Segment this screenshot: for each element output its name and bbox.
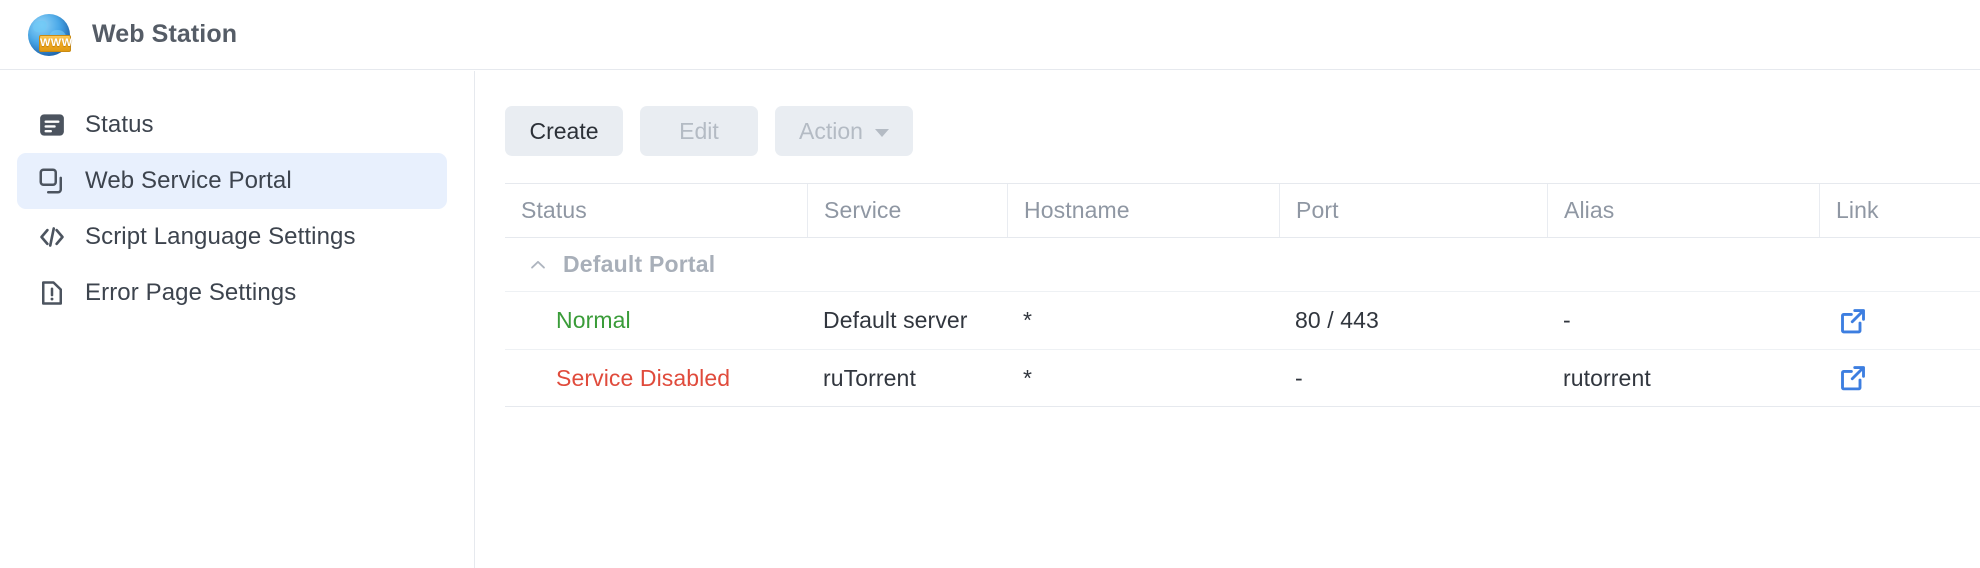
cell-status: Normal (556, 307, 631, 333)
sidebar-item-error-page-settings[interactable]: Error Page Settings (17, 265, 447, 321)
sidebar-item-label: Script Language Settings (85, 223, 356, 251)
column-header-status[interactable]: Status (505, 184, 807, 237)
cell-alias: rutorrent (1563, 364, 1651, 391)
title-bar: WWW Web Station (0, 0, 1980, 70)
column-header-hostname[interactable]: Hostname (1007, 184, 1279, 237)
cell-port: 80 / 443 (1295, 307, 1379, 333)
globe-www-icon: WWW (26, 12, 72, 58)
page-alert-icon (35, 276, 69, 310)
sidebar-item-web-service-portal[interactable]: Web Service Portal (17, 153, 447, 209)
column-header-link[interactable]: Link (1819, 184, 1980, 237)
cell-service: Default server (823, 307, 968, 333)
chevron-up-icon[interactable] (525, 252, 551, 278)
action-button-label: Action (799, 117, 863, 144)
windows-stack-icon (35, 164, 69, 198)
main-content: Create Edit Action Status Service Hostna… (476, 71, 1980, 568)
column-header-port[interactable]: Port (1279, 184, 1547, 237)
action-button[interactable]: Action (775, 106, 913, 156)
column-header-alias[interactable]: Alias (1547, 184, 1819, 237)
chevron-down-icon (874, 128, 889, 137)
status-list-icon (35, 108, 69, 142)
www-badge: WWW (39, 34, 72, 52)
table-header-row: Status Service Hostname Port Alias Link (505, 184, 1980, 238)
cell-link (1819, 306, 1980, 336)
cell-status: Service Disabled (556, 364, 731, 391)
external-link-icon[interactable] (1835, 363, 1868, 393)
sidebar-item-label: Status (85, 111, 154, 139)
column-header-service[interactable]: Service (807, 184, 1007, 237)
code-brackets-icon (35, 220, 69, 254)
cell-link (1819, 363, 1980, 393)
create-button[interactable]: Create (505, 106, 623, 156)
portal-table: Status Service Hostname Port Alias Link … (505, 183, 1980, 407)
cell-service: ruTorrent (823, 364, 916, 391)
cell-hostname: * (1023, 364, 1033, 391)
sidebar-item-label: Error Page Settings (85, 279, 297, 307)
sidebar-item-status[interactable]: Status (17, 97, 447, 153)
sidebar: Status Web Service Portal Script Languag… (0, 71, 475, 568)
cell-hostname: * (1023, 307, 1033, 333)
page-title: Web Station (92, 20, 238, 48)
cell-port: - (1295, 364, 1303, 391)
external-link-icon[interactable] (1835, 306, 1868, 336)
table-toolbar: Create Edit Action (476, 71, 1980, 156)
table-row[interactable]: Normal Default server * 80 / 443 - (505, 291, 1980, 349)
table-row[interactable]: Service Disabled ruTorrent * - rutorrent (505, 349, 1980, 407)
edit-button[interactable]: Edit (640, 106, 758, 156)
cell-alias: - (1563, 307, 1571, 333)
table-group-header[interactable]: Default Portal (505, 238, 1980, 291)
web-station-window: WWW Web Station Status Web Service Porta… (0, 0, 1980, 568)
sidebar-item-label: Web Service Portal (85, 167, 292, 195)
table-group-label: Default Portal (563, 251, 716, 277)
sidebar-item-script-language-settings[interactable]: Script Language Settings (17, 209, 447, 265)
